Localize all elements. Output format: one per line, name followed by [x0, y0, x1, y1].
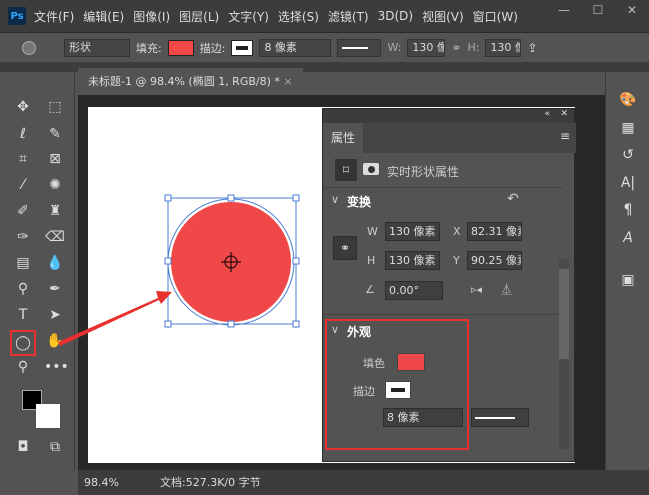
- swatches-panel-icon[interactable]: ▦: [618, 120, 638, 140]
- document-size[interactable]: 文档:527.3K/0 字节: [160, 470, 261, 495]
- shape-properties-icon[interactable]: ⌑: [335, 159, 357, 181]
- mask-properties-icon[interactable]: [363, 163, 379, 175]
- flip-vertical-icon[interactable]: ⏅: [501, 281, 512, 297]
- h-label: H: [367, 254, 376, 267]
- reset-icon[interactable]: ↶: [507, 191, 519, 207]
- collapse-icon[interactable]: «: [544, 109, 550, 119]
- right-panel-bar: 🎨 ▦ ↺ A| ¶ A ▣: [605, 72, 649, 470]
- transform-height-input[interactable]: 130 像素: [385, 251, 440, 270]
- transform-y-input[interactable]: 90.25 像素: [467, 251, 522, 270]
- panel-close-icon[interactable]: ✕: [560, 109, 568, 119]
- panel-scrollbar[interactable]: [559, 259, 569, 449]
- glyphs-panel-icon[interactable]: A: [618, 230, 638, 250]
- x-label: X: [453, 225, 461, 238]
- transform-width-input[interactable]: 130 像素: [385, 222, 440, 241]
- properties-panel: «✕ 属性 ≡ ⌑ 实时形状属性 ∨ 变换 ↶ ⚭ W 130 像素 X 82.…: [322, 108, 576, 462]
- stroke-color-swatch[interactable]: [385, 381, 411, 399]
- w-label: W: [367, 225, 378, 238]
- appearance-chevron-icon[interactable]: ∨: [331, 323, 339, 336]
- panel-subtitle: 实时形状属性: [387, 165, 460, 179]
- status-bar: 98.4% 文档:527.3K/0 字节: [78, 470, 649, 495]
- color-panel-icon[interactable]: 🎨: [618, 92, 638, 112]
- transform-chevron-icon[interactable]: ∨: [331, 193, 339, 206]
- zoom-level[interactable]: 98.4%: [84, 470, 119, 495]
- appearance-section-title: 外观: [347, 325, 372, 339]
- panel-tab-strip: 属性 ≡: [323, 123, 576, 153]
- arrow-to-shape: [58, 291, 172, 346]
- link-dimensions-icon[interactable]: ⚭: [333, 236, 357, 260]
- stroke-style-select[interactable]: [471, 408, 529, 427]
- properties-panel-icon[interactable]: ▣: [618, 272, 638, 292]
- character-panel-icon[interactable]: A|: [618, 175, 638, 195]
- paragraph-panel-icon[interactable]: ¶: [618, 202, 638, 222]
- panel-header: «✕: [323, 109, 574, 123]
- flip-horizontal-icon[interactable]: ▹◂: [471, 283, 482, 296]
- history-panel-icon[interactable]: ↺: [618, 147, 638, 167]
- angle-icon: ∠: [365, 283, 375, 296]
- stroke-width-select[interactable]: 8 像素: [383, 408, 463, 427]
- transform-section-title: 变换: [347, 195, 372, 209]
- y-label: Y: [453, 254, 460, 267]
- tab-properties[interactable]: 属性: [323, 123, 363, 153]
- fill-color-label: 填色: [363, 357, 385, 370]
- stroke-color-label: 描边: [353, 385, 375, 398]
- fill-color-swatch[interactable]: [397, 353, 425, 371]
- angle-input[interactable]: 0.00°: [385, 281, 443, 300]
- panel-menu-icon[interactable]: ≡: [560, 129, 570, 143]
- transform-x-input[interactable]: 82.31 像素: [467, 222, 522, 241]
